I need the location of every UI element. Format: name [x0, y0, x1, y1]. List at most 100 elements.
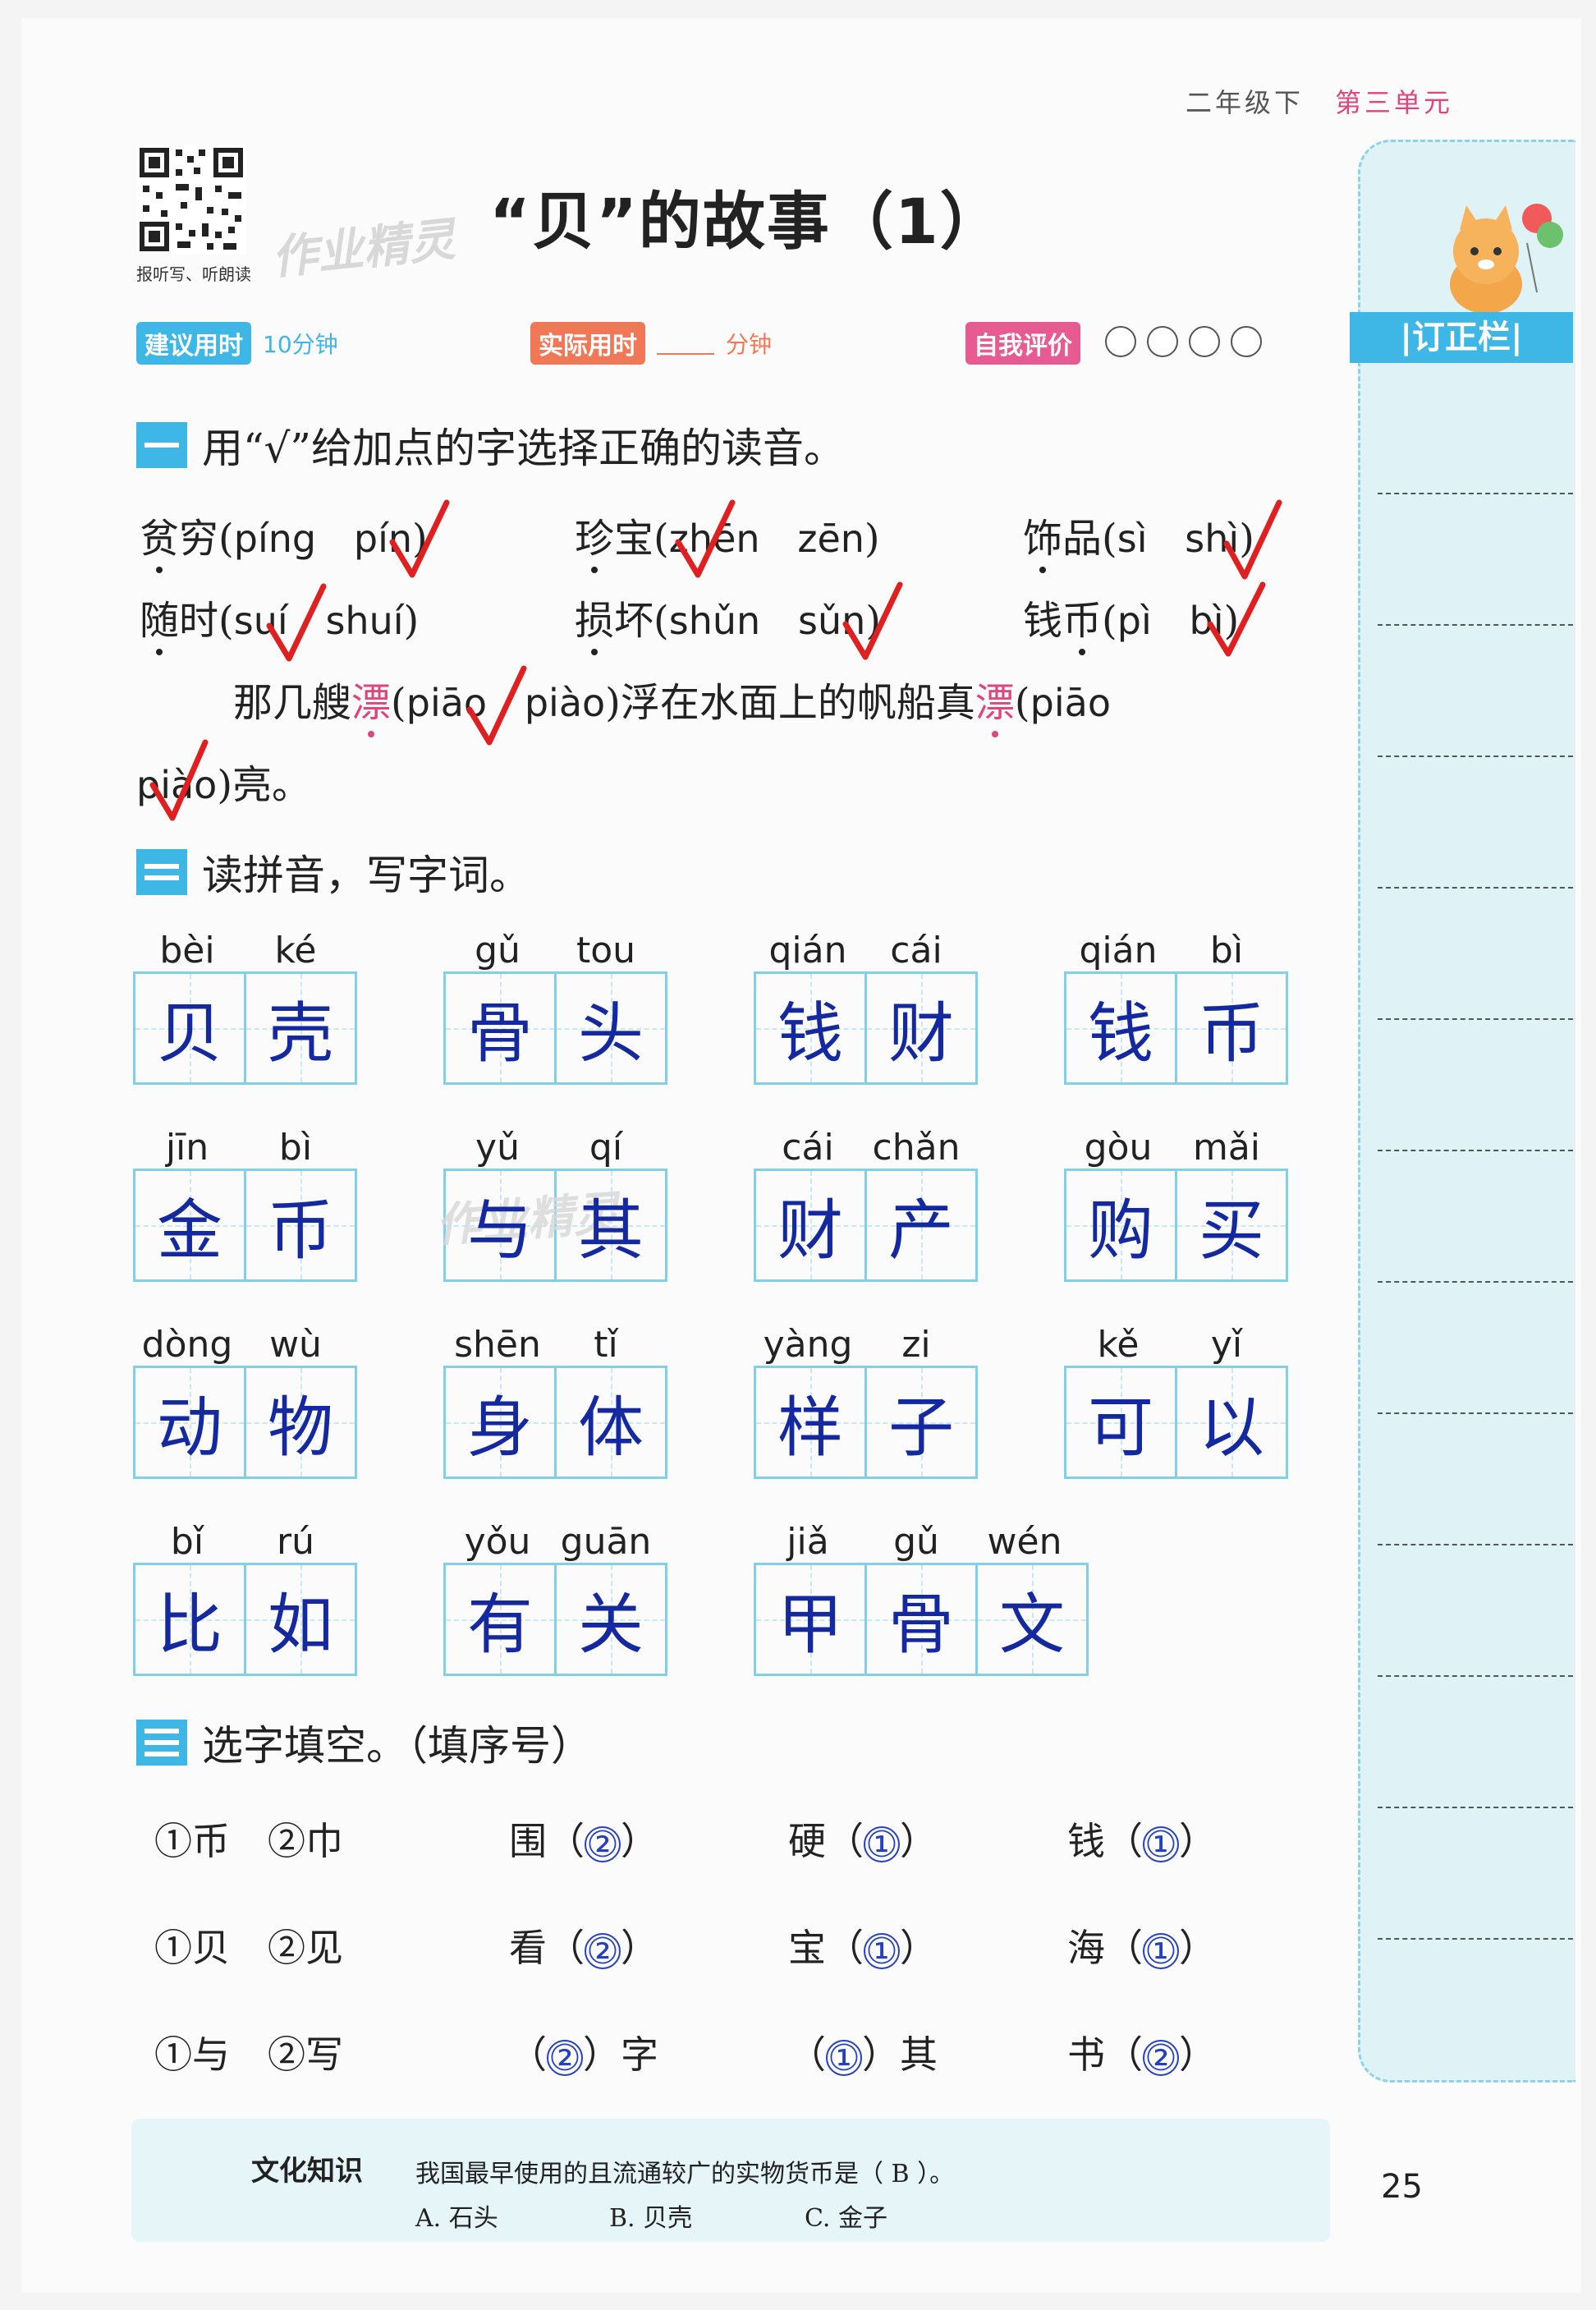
writing-grid: 骨头 [443, 971, 667, 1085]
check-mark [266, 583, 327, 662]
grid-cell[interactable]: 钱 [1066, 974, 1177, 1082]
fill-blank: 海（①） [1067, 1926, 1217, 1972]
fill-blank: （①）其 [788, 2032, 938, 2079]
answer-mark[interactable]: ② [547, 2037, 583, 2079]
page-number: 25 [1381, 2168, 1423, 2206]
check-mark [1207, 581, 1266, 657]
correction-line [1378, 1281, 1573, 1283]
writing-grid: 可以 [1064, 1366, 1288, 1479]
writing-grid: 贝壳 [133, 971, 357, 1085]
choice-options: ①币 ②巾 [154, 1819, 343, 1863]
word-item: bèi ké 贝壳 [133, 930, 357, 1085]
writing-grid: 动物 [133, 1366, 357, 1479]
answer-mark[interactable]: ① [864, 1824, 900, 1866]
check-mark [842, 581, 903, 660]
writing-grid: 身体 [443, 1366, 667, 1479]
answer-mark[interactable]: ① [1143, 1931, 1179, 1972]
writing-grid: 财产 [754, 1169, 978, 1282]
writing-grid: 甲骨文 [754, 1563, 1089, 1676]
grid-cell[interactable]: 文 [978, 1565, 1086, 1674]
fill-blank: 书（②） [1067, 2032, 1217, 2079]
word-item: bǐ rú 比如 [133, 1521, 357, 1676]
correction-line [1378, 1150, 1573, 1151]
grid-cell[interactable]: 子 [867, 1368, 975, 1476]
fill-blank: （②）字 [509, 2032, 658, 2079]
culture-option: A. 石头 [415, 2204, 498, 2233]
word-item: yàng zi 样子 [754, 1324, 978, 1479]
fill-blank: 硬（①） [788, 1819, 938, 1866]
grid-cell[interactable]: 物 [246, 1368, 355, 1476]
grid-cell[interactable]: 币 [246, 1171, 355, 1279]
choice-options: ①贝 ②见 [154, 1926, 343, 1970]
culture-label: 文化知识 [251, 2155, 363, 2188]
check-mark [1223, 499, 1282, 580]
grid-cell[interactable]: 如 [246, 1565, 355, 1674]
fill-blank: 看（②） [509, 1926, 658, 1972]
answer-mark[interactable]: ① [864, 1931, 900, 1972]
grid-cell[interactable]: 骨 [867, 1565, 978, 1674]
grid-cell[interactable]: 金 [135, 1171, 246, 1279]
writing-grid: 比如 [133, 1563, 357, 1676]
word-item: jiǎ gǔ wén 甲骨文 [754, 1521, 1089, 1676]
check-mark [389, 499, 450, 578]
grid-cell[interactable]: 壳 [246, 974, 355, 1082]
grid-cell[interactable]: 动 [135, 1368, 246, 1476]
word-item: yǒu guān 有关 [443, 1521, 667, 1676]
grid-cell[interactable]: 身 [446, 1368, 557, 1476]
grid-cell[interactable]: 体 [557, 1368, 665, 1476]
grid-cell[interactable]: 骨 [446, 974, 557, 1082]
check-mark [149, 739, 209, 821]
answer-mark[interactable]: ② [1143, 2037, 1179, 2079]
section-2-title: 读拼音，写字词。 [202, 852, 530, 899]
grid-cell[interactable]: 财 [867, 974, 975, 1082]
grid-cell[interactable]: 比 [135, 1565, 246, 1674]
word-item: dòng wù 动物 [133, 1324, 357, 1479]
fill-blank: 宝（①） [788, 1926, 938, 1972]
grid-cell[interactable]: 甲 [756, 1565, 867, 1674]
grid-cell[interactable]: 财 [756, 1171, 867, 1279]
correction-line [1378, 1675, 1573, 1677]
grid-cell[interactable]: 产 [867, 1171, 975, 1279]
choice-options: ①与 ②写 [154, 2032, 343, 2077]
writing-grid: 样子 [754, 1366, 978, 1479]
section-2-number [136, 849, 187, 895]
writing-grid: 钱币 [1064, 971, 1288, 1085]
culture-option: B. 贝壳 [609, 2204, 693, 2233]
writing-grid: 钱财 [754, 971, 978, 1085]
answer-mark[interactable]: ① [1143, 1824, 1179, 1866]
section-3-title: 选字填空。（填序号） [202, 1722, 592, 1770]
answer-mark[interactable]: ② [585, 1824, 621, 1866]
writing-grid: 有关 [443, 1563, 667, 1676]
writing-grid: 金币 [133, 1169, 357, 1282]
grid-cell[interactable]: 币 [1177, 974, 1286, 1082]
check-mark [466, 665, 527, 746]
word-item: gòu mǎi 购买 [1064, 1127, 1288, 1282]
grid-cell[interactable]: 有 [446, 1565, 557, 1674]
grid-cell[interactable]: 贝 [135, 974, 246, 1082]
grid-cell[interactable]: 钱 [756, 974, 867, 1082]
word-item: qián bì 钱币 [1064, 930, 1288, 1085]
word-item: shēn tǐ 身体 [443, 1324, 667, 1479]
word-item: gǔ tou 骨头 [443, 930, 667, 1085]
fill-blank: 围（②） [509, 1819, 658, 1866]
grid-cell[interactable]: 以 [1177, 1368, 1286, 1476]
check-marks [149, 499, 1282, 821]
correction-line [1378, 887, 1573, 889]
word-item: qián cái 钱财 [754, 930, 978, 1085]
correction-line [1378, 1544, 1573, 1545]
grid-cell[interactable]: 可 [1066, 1368, 1177, 1476]
section-3-number [136, 1720, 187, 1766]
culture-question: 我国最早使用的且流通较广的实物货币是（ B ）。 [415, 2160, 955, 2188]
correction-line [1378, 1807, 1573, 1808]
correction-line [1378, 1018, 1573, 1020]
grid-cell[interactable]: 购 [1066, 1171, 1177, 1279]
answer-mark[interactable]: ② [585, 1931, 621, 1972]
grid-cell[interactable]: 买 [1177, 1171, 1286, 1279]
grid-cell[interactable]: 关 [557, 1565, 665, 1674]
grid-cell[interactable]: 样 [756, 1368, 867, 1476]
grid-cell[interactable]: 头 [557, 974, 665, 1082]
fill-blank: 钱（①） [1067, 1819, 1217, 1866]
writing-grid: 购买 [1064, 1169, 1288, 1282]
answer-mark[interactable]: ① [826, 2037, 862, 2079]
word-item: cái chǎn 财产 [754, 1127, 978, 1282]
